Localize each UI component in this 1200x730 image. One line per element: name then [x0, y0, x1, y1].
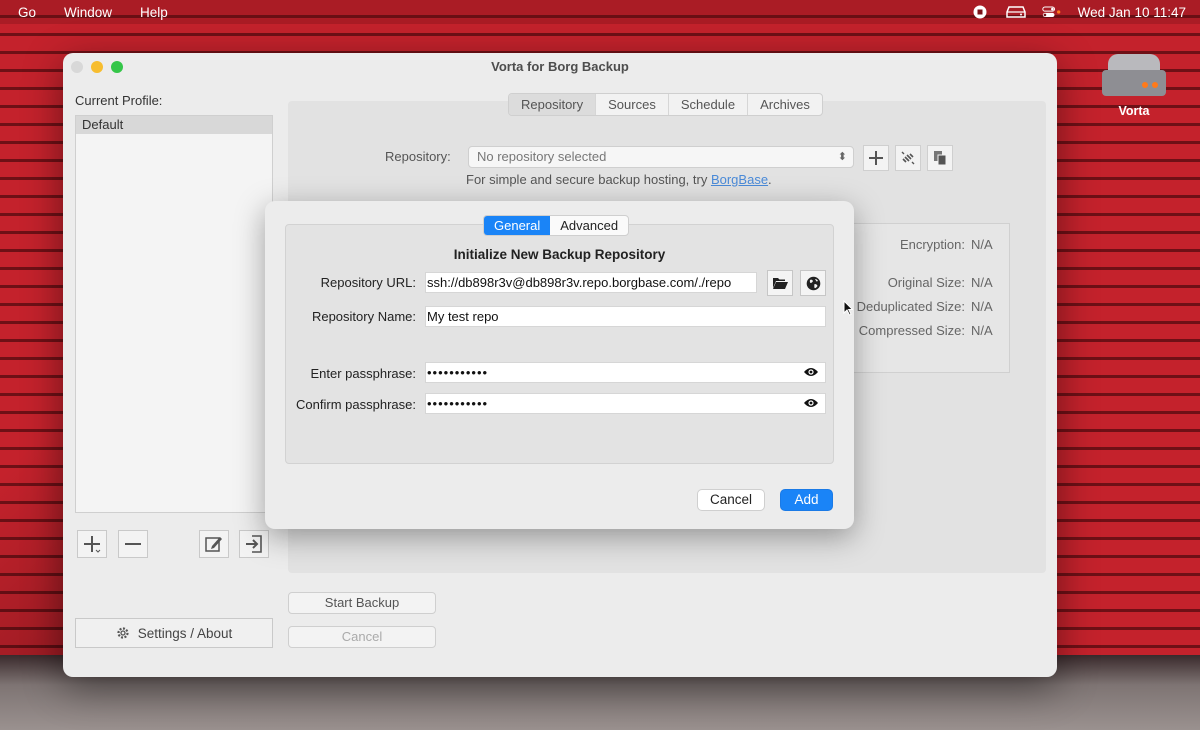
remove-profile-button[interactable] — [118, 530, 148, 558]
eye-icon[interactable] — [803, 397, 819, 409]
profile-item-default[interactable]: Default — [76, 116, 272, 134]
tab-archives[interactable]: Archives — [748, 94, 822, 115]
enter-passphrase-value: ••••••••••• — [427, 365, 489, 380]
zoom-button[interactable] — [111, 61, 123, 73]
settings-about-label: Settings / About — [137, 625, 233, 641]
enter-passphrase-field[interactable]: ••••••••••• — [425, 362, 826, 383]
repository-url-label: Repository URL: — [320, 275, 416, 290]
unlink-icon — [901, 151, 915, 165]
hosting-text: For simple and secure backup hosting, tr… — [466, 172, 711, 187]
repository-select-value: No repository selected — [477, 149, 607, 164]
repository-name-field[interactable]: My test repo — [425, 306, 826, 327]
deduplicated-size-stat: Deduplicated Size: N/A — [857, 299, 999, 314]
repository-stats: Encryption: N/A Original Size: N/A Dedupli… — [833, 223, 1010, 373]
deduplicated-size-value: N/A — [971, 299, 993, 314]
window-title: Vorta for Borg Backup — [491, 59, 629, 74]
encryption-value: N/A — [971, 237, 993, 252]
start-backup-button[interactable]: Start Backup — [288, 592, 436, 614]
import-profile-button[interactable] — [239, 530, 269, 558]
globe-icon — [806, 276, 820, 290]
unlink-repository-button[interactable] — [895, 145, 921, 171]
repository-label: Repository: — [385, 149, 451, 164]
cancel-backup-button[interactable]: Cancel — [288, 626, 436, 648]
deduplicated-size-label: Deduplicated Size: — [856, 299, 965, 314]
tab-advanced[interactable]: Advanced — [550, 216, 628, 235]
menu-help[interactable]: Help — [126, 5, 182, 20]
menu-bar: Go Window Help Wed Jan 10 11:47 — [0, 0, 1200, 24]
menu-go[interactable]: Go — [0, 5, 50, 20]
original-size-stat: Original Size: N/A — [888, 275, 999, 290]
compressed-size-stat: Compressed Size: N/A — [859, 323, 999, 338]
desktop-icon-label: Vorta — [1118, 104, 1150, 118]
drive-icon[interactable] — [1005, 4, 1026, 20]
menubar-clock[interactable]: Wed Jan 10 11:47 — [1078, 5, 1186, 20]
choose-local-folder-button[interactable] — [767, 270, 793, 296]
dialog-add-button[interactable]: Add — [780, 489, 833, 511]
record-icon[interactable] — [970, 4, 990, 20]
title-bar: Vorta for Borg Backup — [63, 53, 1057, 81]
borgbase-link[interactable]: BorgBase — [711, 172, 768, 187]
compressed-size-value: N/A — [971, 323, 993, 338]
add-repository-button[interactable] — [863, 145, 889, 171]
original-size-label: Original Size: — [887, 275, 965, 290]
tab-general[interactable]: General — [484, 216, 551, 235]
edit-icon — [205, 537, 222, 552]
add-repository-dialog: General Advanced Initialize New Backup R… — [265, 201, 854, 529]
settings-about-button[interactable]: Settings / About — [75, 618, 273, 648]
confirm-passphrase-field[interactable]: ••••••••••• — [425, 393, 826, 414]
copy-icon — [934, 151, 947, 166]
hosting-hint: For simple and secure backup hosting, tr… — [466, 172, 772, 187]
mouse-pointer-icon — [843, 300, 853, 316]
remote-repository-button[interactable] — [800, 270, 826, 296]
compressed-size-label: Compressed Size: — [858, 323, 965, 338]
close-button[interactable] — [71, 61, 83, 73]
main-tab-bar: Repository Sources Schedule Archives — [508, 93, 823, 116]
import-icon — [246, 535, 262, 553]
tab-sources[interactable]: Sources — [596, 94, 669, 115]
desktop-vorta-icon[interactable]: Vorta — [1098, 52, 1170, 118]
control-center-icon[interactable] — [1041, 4, 1062, 20]
profile-list[interactable]: Default — [75, 115, 273, 513]
tab-repository[interactable]: Repository — [509, 94, 597, 115]
tab-schedule[interactable]: Schedule — [669, 94, 749, 115]
dialog-heading: Initialize New Backup Repository — [453, 247, 666, 262]
hosting-suffix: . — [768, 172, 772, 187]
copy-repository-url-button[interactable] — [927, 145, 953, 171]
dialog-cancel-button[interactable]: Cancel — [697, 489, 765, 511]
gear-icon — [117, 627, 129, 639]
eye-icon[interactable] — [803, 366, 819, 378]
edit-profile-button[interactable] — [199, 530, 229, 558]
current-profile-label: Current Profile: — [75, 93, 163, 108]
minimize-button[interactable] — [91, 61, 103, 73]
repository-url-field[interactable]: ssh://db898r3v@db898r3v.repo.borgbase.co… — [425, 272, 757, 293]
add-profile-button[interactable] — [77, 530, 107, 558]
original-size-value: N/A — [971, 275, 993, 290]
repository-select[interactable]: No repository selected ⬍ — [468, 146, 854, 168]
encryption-stat: Encryption: N/A — [900, 237, 999, 252]
external-drive-icon — [1102, 52, 1166, 98]
dialog-general-panel: Initialize New Backup Repository — [285, 224, 834, 464]
encryption-label: Encryption: — [899, 237, 965, 252]
repository-name-label: Repository Name: — [311, 309, 416, 324]
plus-icon — [869, 151, 883, 165]
dialog-tab-bar: General Advanced — [483, 215, 630, 236]
chevron-up-down-icon: ⬍ — [837, 151, 847, 163]
enter-passphrase-label: Enter passphrase: — [310, 366, 416, 381]
confirm-passphrase-value: ••••••••••• — [427, 396, 489, 411]
folder-open-icon — [773, 278, 788, 289]
menu-window[interactable]: Window — [50, 5, 126, 20]
confirm-passphrase-label: Confirm passphrase: — [296, 397, 416, 412]
